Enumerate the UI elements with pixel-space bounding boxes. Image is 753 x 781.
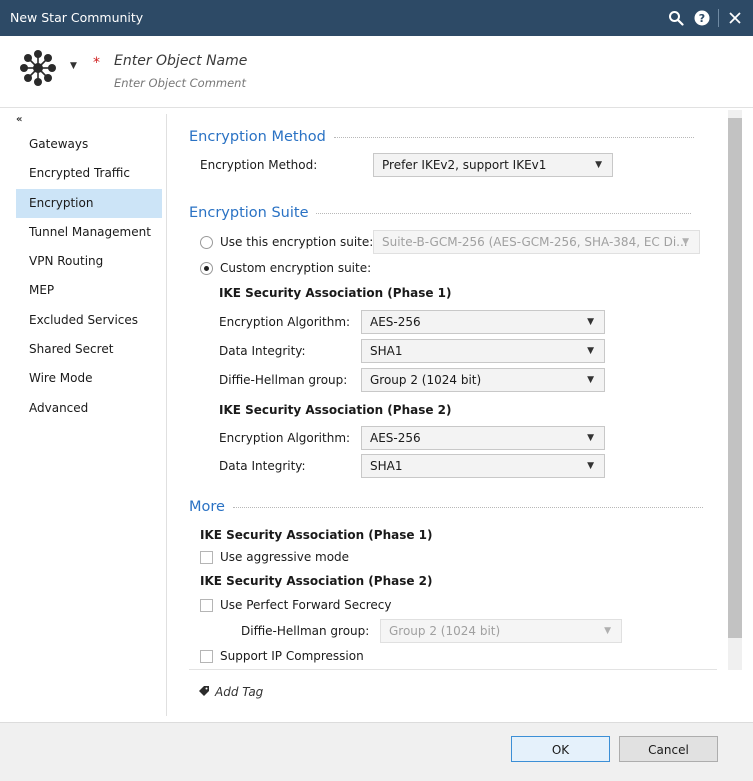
encryption-panel: Encryption Method Encryption Method: Pre… bbox=[167, 110, 728, 722]
encryption-method-select[interactable]: Prefer IKEv2, support IKEv1 ▼ bbox=[373, 153, 613, 177]
chevron-down-icon: ▼ bbox=[682, 237, 689, 247]
sidebar-item-gateways[interactable]: Gateways bbox=[16, 130, 162, 159]
section-divider bbox=[232, 506, 703, 508]
use-suite-radio[interactable] bbox=[200, 236, 213, 249]
pfs-dh-select[interactable]: Group 2 (1024 bit) ▼ bbox=[380, 619, 622, 643]
pfs-dh-label: Diffie-Hellman group: bbox=[241, 624, 370, 638]
help-icon[interactable]: ? bbox=[692, 8, 712, 28]
chevron-down-icon: ▼ bbox=[587, 317, 594, 327]
sidebar-item-encryption[interactable]: Encryption bbox=[16, 188, 162, 218]
sidebar-item-wire-mode[interactable]: Wire Mode bbox=[16, 364, 162, 393]
required-marker: * bbox=[93, 55, 100, 71]
phase2-integrity-select[interactable]: SHA1 ▼ bbox=[361, 454, 605, 478]
chevron-down-icon: ▼ bbox=[587, 375, 594, 385]
ok-button[interactable]: OK bbox=[511, 736, 610, 762]
chevron-down-icon: ▼ bbox=[595, 160, 602, 170]
dialog-footer: OK Cancel bbox=[0, 722, 753, 781]
ip-compression-checkbox[interactable] bbox=[200, 650, 213, 663]
window-title: New Star Community bbox=[10, 10, 144, 25]
add-tag-link[interactable]: Add Tag bbox=[215, 685, 263, 699]
encryption-method-label: Encryption Method: bbox=[200, 158, 318, 172]
phase2-integrity-label: Data Integrity: bbox=[219, 459, 306, 473]
search-icon[interactable] bbox=[666, 8, 686, 28]
section-title-more: More bbox=[189, 499, 703, 515]
object-name-input[interactable]: Enter Object Name bbox=[114, 53, 247, 69]
phase1-enc-alg-select[interactable]: AES-256 ▼ bbox=[361, 310, 605, 334]
aggressive-mode-label: Use aggressive mode bbox=[220, 550, 350, 564]
scrollbar-thumb[interactable] bbox=[728, 118, 742, 638]
chevron-down-icon: ▼ bbox=[604, 626, 611, 636]
section-title-encryption-method: Encryption Method bbox=[189, 129, 694, 145]
section-divider bbox=[316, 212, 692, 214]
pfs-label: Use Perfect Forward Secrecy bbox=[220, 598, 392, 612]
object-comment-input[interactable]: Enter Object Comment bbox=[114, 76, 246, 90]
sidebar-item-vpn-routing[interactable]: VPN Routing bbox=[16, 247, 162, 276]
sidebar-item-shared-secret[interactable]: Shared Secret bbox=[16, 335, 162, 364]
sidebar-item-mep[interactable]: MEP bbox=[16, 276, 162, 305]
sidebar-item-encrypted-traffic[interactable]: Encrypted Traffic bbox=[16, 159, 162, 188]
icon-dropdown-caret[interactable]: ▼ bbox=[70, 61, 77, 71]
sidebar-item-excluded-services[interactable]: Excluded Services bbox=[16, 306, 162, 335]
aggressive-mode-checkbox[interactable] bbox=[200, 551, 213, 564]
phase1-dh-select[interactable]: Group 2 (1024 bit) ▼ bbox=[361, 368, 605, 392]
object-header: ▼ * Enter Object Name Enter Object Comme… bbox=[0, 36, 753, 108]
cancel-button[interactable]: Cancel bbox=[619, 736, 718, 762]
more-phase1-title: IKE Security Association (Phase 1) bbox=[200, 528, 433, 542]
title-separator bbox=[718, 9, 719, 27]
sidebar-item-tunnel-management[interactable]: Tunnel Management bbox=[16, 218, 162, 247]
ip-compression-label: Support IP Compression bbox=[220, 649, 364, 663]
tag-divider bbox=[189, 669, 717, 670]
svg-text:?: ? bbox=[699, 12, 705, 25]
close-icon[interactable] bbox=[725, 8, 745, 28]
phase1-dh-label: Diffie-Hellman group: bbox=[219, 373, 348, 387]
section-divider bbox=[333, 136, 694, 138]
chevron-down-icon: ▼ bbox=[587, 433, 594, 443]
section-title-encryption-suite: Encryption Suite bbox=[189, 205, 692, 221]
encryption-suite-select[interactable]: Suite-B-GCM-256 (AES-GCM-256, SHA-384, E… bbox=[373, 230, 700, 254]
phase1-enc-alg-label: Encryption Algorithm: bbox=[219, 315, 351, 329]
pfs-checkbox[interactable] bbox=[200, 599, 213, 612]
phase2-enc-alg-select[interactable]: AES-256 ▼ bbox=[361, 426, 605, 450]
star-community-icon[interactable] bbox=[16, 46, 60, 90]
tag-icon[interactable] bbox=[198, 685, 210, 700]
sidebar-nav: Gateways Encrypted Traffic Encryption Tu… bbox=[16, 130, 162, 423]
sidebar-item-advanced[interactable]: Advanced bbox=[16, 394, 162, 423]
title-bar: New Star Community ? bbox=[0, 0, 753, 36]
more-phase2-title: IKE Security Association (Phase 2) bbox=[200, 574, 433, 588]
custom-suite-label: Custom encryption suite: bbox=[220, 261, 372, 275]
chevron-down-icon: ▼ bbox=[587, 461, 594, 471]
phase1-title: IKE Security Association (Phase 1) bbox=[219, 286, 452, 300]
phase2-title: IKE Security Association (Phase 2) bbox=[219, 403, 452, 417]
custom-suite-radio[interactable] bbox=[200, 262, 213, 275]
phase2-enc-alg-label: Encryption Algorithm: bbox=[219, 431, 351, 445]
phase1-integrity-label: Data Integrity: bbox=[219, 344, 306, 358]
phase1-integrity-select[interactable]: SHA1 ▼ bbox=[361, 339, 605, 363]
collapse-nav-icon[interactable]: « bbox=[16, 114, 22, 125]
use-suite-label: Use this encryption suite: bbox=[220, 235, 374, 249]
chevron-down-icon: ▼ bbox=[587, 346, 594, 356]
